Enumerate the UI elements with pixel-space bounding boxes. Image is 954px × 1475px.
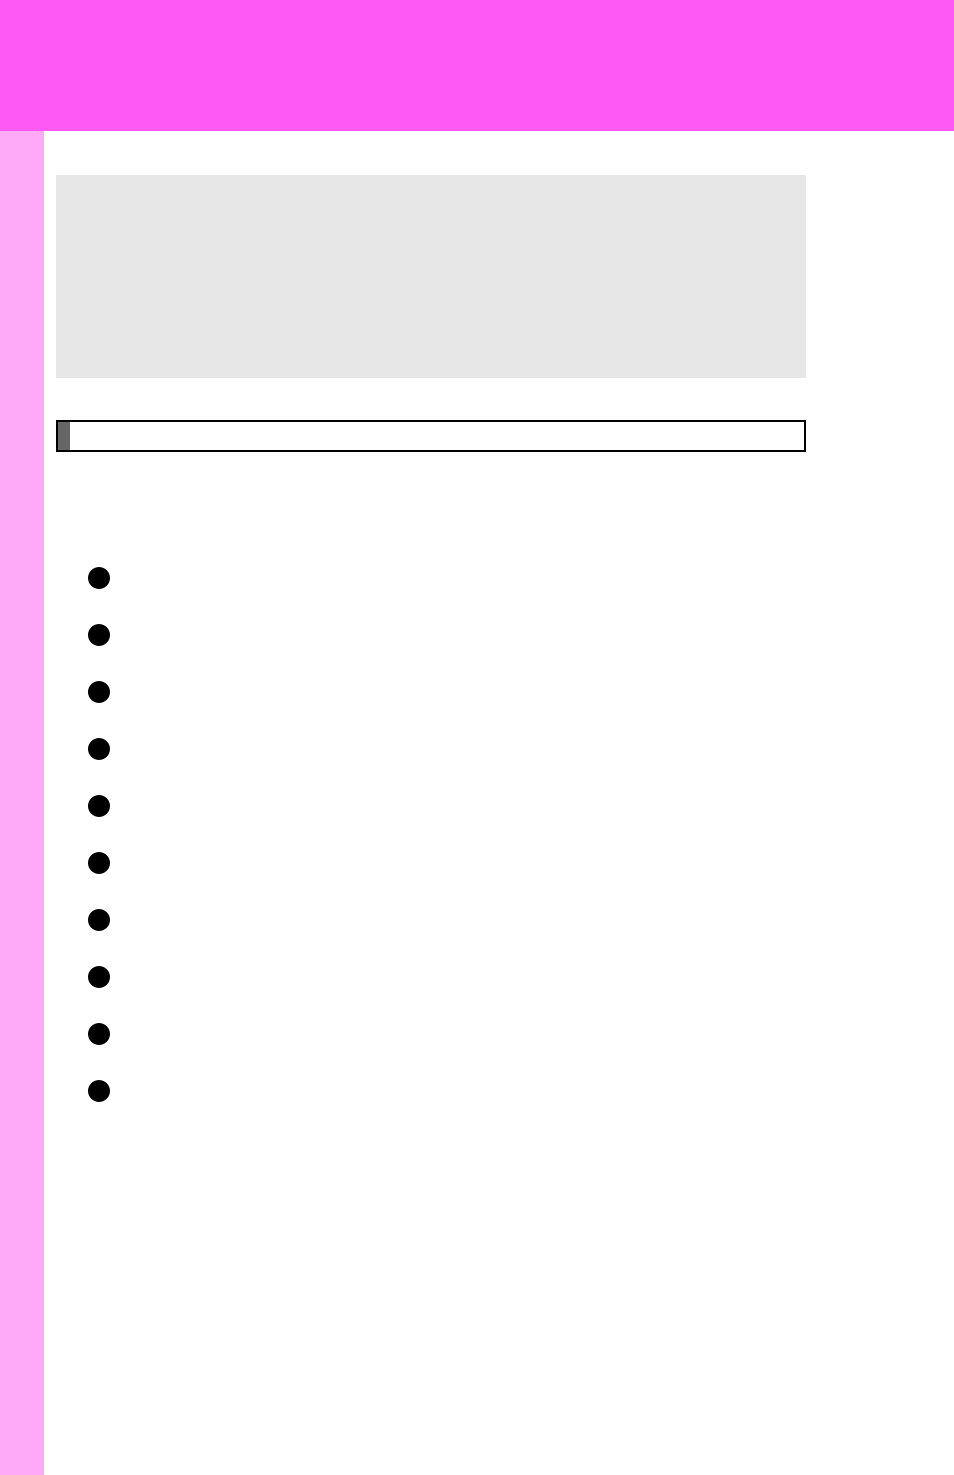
list-item[interactable] [88, 624, 942, 651]
spacer [56, 452, 942, 567]
list-item[interactable] [88, 738, 942, 765]
list-item[interactable] [88, 795, 942, 822]
list-item[interactable] [88, 1023, 942, 1050]
progress-bar[interactable] [56, 420, 806, 452]
bullet-icon [88, 1080, 110, 1102]
bullet-icon [88, 681, 110, 703]
bullet-icon [88, 624, 110, 646]
list-item[interactable] [88, 909, 942, 936]
hero-image-placeholder [56, 175, 806, 378]
list-item[interactable] [88, 681, 942, 708]
bullet-icon [88, 795, 110, 817]
main-wrapper [0, 131, 954, 1475]
bullet-icon [88, 738, 110, 760]
content-panel [44, 131, 954, 1475]
bullet-list [56, 567, 942, 1107]
top-banner [0, 0, 954, 131]
bullet-icon [88, 1023, 110, 1045]
bullet-icon [88, 567, 110, 589]
list-item[interactable] [88, 966, 942, 993]
list-item[interactable] [88, 1080, 942, 1107]
bullet-icon [88, 852, 110, 874]
progress-fill [58, 422, 70, 450]
bullet-icon [88, 909, 110, 931]
list-item[interactable] [88, 852, 942, 879]
spacer [56, 378, 942, 420]
list-item[interactable] [88, 567, 942, 594]
bullet-icon [88, 966, 110, 988]
